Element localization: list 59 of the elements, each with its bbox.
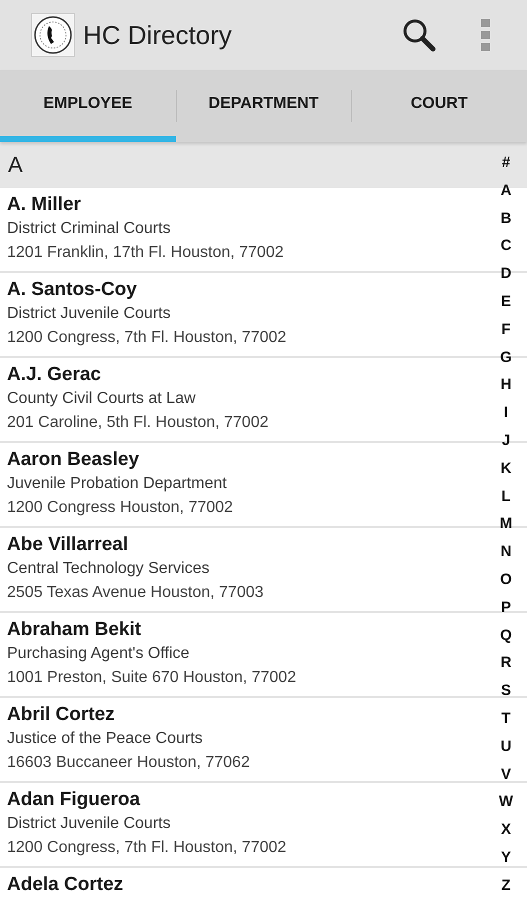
employee-name: Abril Cortez	[7, 703, 116, 727]
section-letter: A	[8, 152, 23, 178]
address-text: 201 Caroline, 5th Fl. Houston, 77002	[7, 413, 270, 433]
index-letter[interactable]: B	[500, 204, 512, 232]
department-name: Purchasing Agent's Office	[7, 644, 190, 664]
department-name: Juvenile Probation Department	[7, 474, 228, 494]
index-letter[interactable]: W	[498, 788, 514, 816]
index-letter[interactable]: S	[500, 677, 511, 705]
department-name: District Criminal Courts	[7, 219, 172, 239]
employee-name: A. Santos-Coy	[7, 278, 138, 302]
seal-icon	[31, 13, 75, 57]
app-title: HC Directory	[83, 20, 233, 50]
index-letter[interactable]: K	[500, 454, 512, 483]
index-letter[interactable]: A	[500, 176, 512, 205]
index-letter[interactable]: C	[500, 232, 512, 260]
index-letter[interactable]: E	[500, 288, 511, 316]
employee-name: Aaron Beasley	[7, 448, 140, 472]
address-text: 2505 Texas Avenue Houston, 77003	[7, 583, 265, 603]
index-letter[interactable]: Q	[500, 622, 512, 650]
tab[interactable]: COURT	[351, 70, 527, 142]
index-letter[interactable]: R	[500, 649, 512, 678]
address-text: 1200 Congress, 7th Fl. Houston, 77002	[7, 328, 288, 348]
index-letter[interactable]: D	[500, 260, 512, 288]
index-letter[interactable]: L	[501, 482, 511, 510]
index-letter[interactable]: V	[500, 760, 511, 788]
department-name: County Civil Courts at Law	[7, 389, 197, 409]
address-text: 16603 Buccaneer Houston, 77062	[7, 753, 251, 773]
index-letter[interactable]: H	[500, 371, 512, 400]
index-letter[interactable]: Z	[501, 872, 511, 900]
employee-name: Abraham Bekit	[7, 618, 142, 642]
employee-name: Adan Figueroa	[7, 788, 142, 812]
index-letter[interactable]: X	[500, 816, 511, 844]
index-letter[interactable]: T	[501, 704, 511, 733]
index-letter[interactable]: N	[500, 538, 512, 566]
index-letter[interactable]: G	[500, 344, 512, 372]
index-letter[interactable]: U	[500, 732, 512, 761]
index-letter[interactable]: M	[500, 510, 512, 538]
department-name: Justice of the Peace Courts	[7, 729, 204, 749]
address-text: 1201 Franklin, 17th Fl. Houston, 77002	[7, 243, 285, 263]
department-name: District Juvenile Courts	[7, 814, 172, 834]
department-name: Central Technology Services	[7, 559, 210, 579]
address-text: 1200 Congress Houston, 77002	[7, 498, 234, 518]
employee-name: Adela Cortez	[7, 873, 124, 897]
index-letter[interactable]: J	[502, 426, 510, 455]
index-letter[interactable]: Y	[500, 844, 511, 872]
tab[interactable]: EMPLOYEE	[0, 70, 176, 142]
department-name: District Juvenile Courts	[7, 304, 172, 324]
tab[interactable]: DEPARTMENT	[176, 70, 352, 142]
index-letter[interactable]: P	[500, 594, 511, 622]
index-letter[interactable]: F	[501, 316, 511, 344]
employee-name: Abe Villarreal	[7, 533, 130, 557]
address-text: 1200 Congress, 7th Fl. Houston, 77002	[7, 838, 288, 858]
index-letter[interactable]: O	[500, 566, 512, 594]
employee-name: A.J. Gerac	[7, 363, 102, 387]
address-text: 1001 Preston, Suite 670 Houston, 77002	[7, 668, 298, 688]
search-icon[interactable]	[401, 17, 437, 53]
employee-name: A. Miller	[7, 193, 82, 217]
index-letter[interactable]: #	[502, 149, 510, 177]
index-letter[interactable]: I	[504, 399, 508, 427]
